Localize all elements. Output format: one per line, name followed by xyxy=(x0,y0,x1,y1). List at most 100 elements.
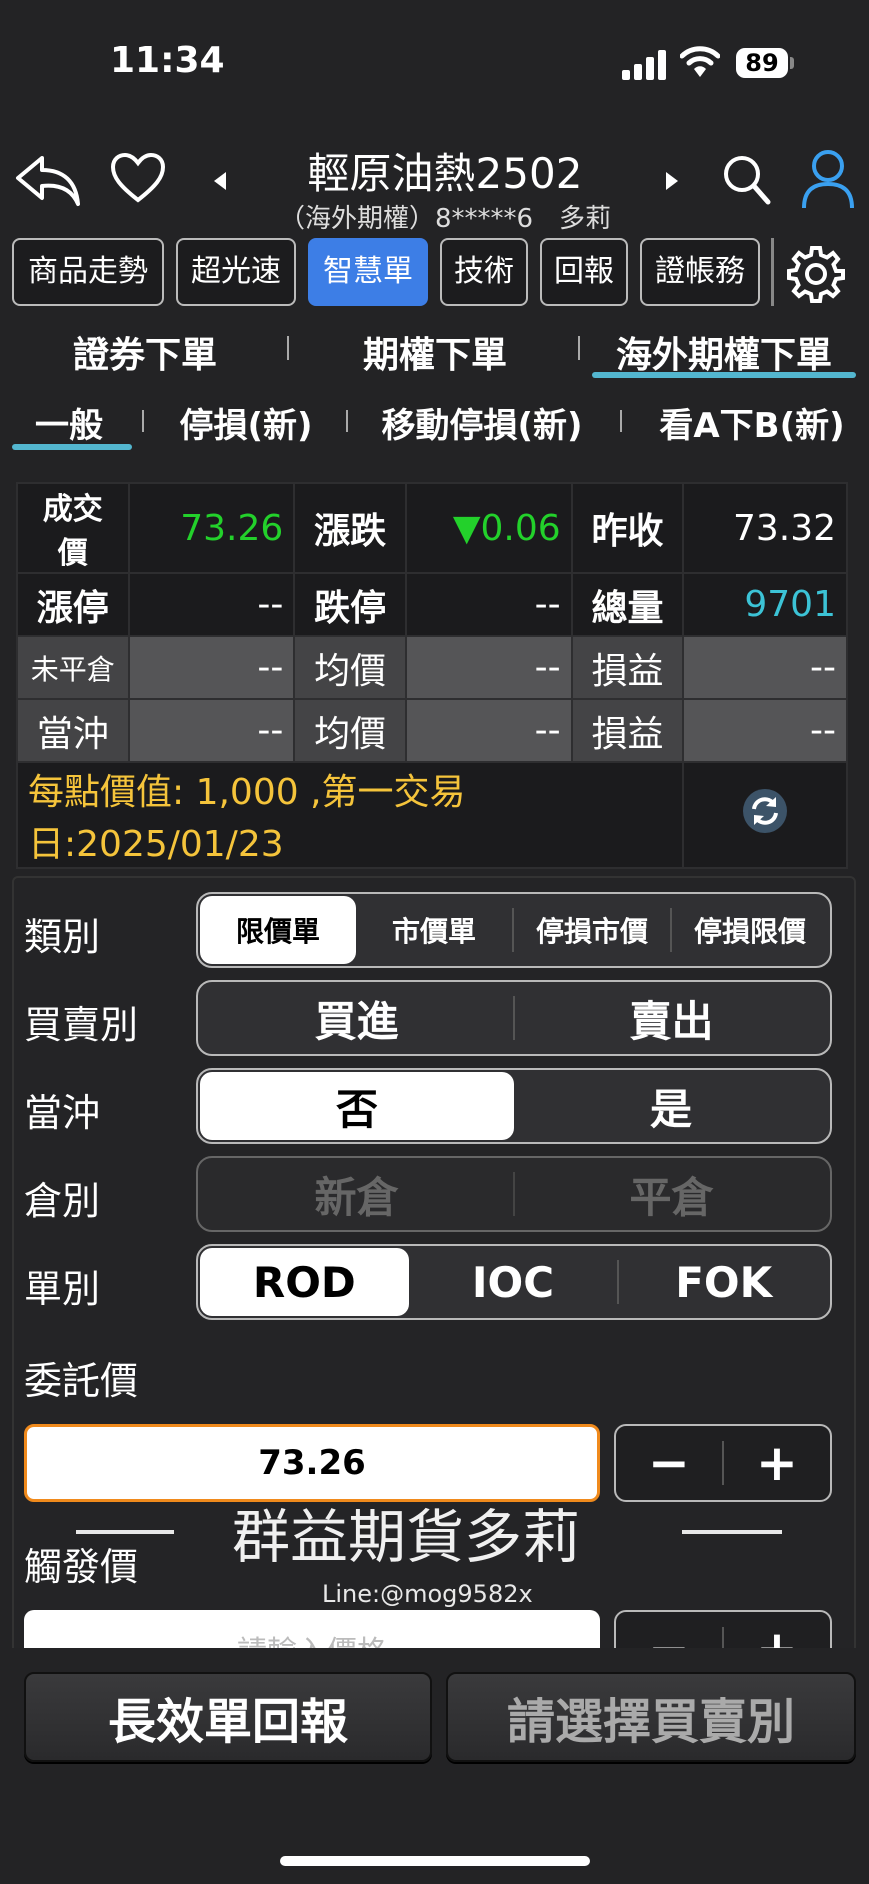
quote-row: 漲停 -- 跌停 -- 總量 9701 xyxy=(16,572,848,637)
volume-label: 總量 xyxy=(570,572,685,637)
volume-value: 9701 xyxy=(682,572,848,637)
avg-price-value: -- xyxy=(404,635,573,700)
tab-separator xyxy=(287,336,289,360)
tif-label: 單別 xyxy=(24,1267,101,1311)
daytrade-avg-price-label: 均價 xyxy=(293,698,407,763)
price-label: 委託價 xyxy=(24,1359,139,1403)
cellular-signal-icon xyxy=(622,48,668,80)
pnl-label: 損益 xyxy=(570,635,685,700)
settings-gear-icon[interactable] xyxy=(786,244,846,304)
price-increment-button[interactable]: + xyxy=(724,1434,830,1492)
daytrade-pnl-label: 損益 xyxy=(570,698,685,763)
quote-table: 成交價 73.26 漲跌 ▼0.06 昨收 73.32 漲停 -- 跌停 -- … xyxy=(15,482,848,869)
previous-product-icon[interactable] xyxy=(212,170,228,192)
order-type-stop-limit[interactable]: 停損限價 xyxy=(672,896,828,964)
quote-row: 成交價 73.26 漲跌 ▼0.06 昨收 73.32 xyxy=(16,482,848,574)
avg-price-label: 均價 xyxy=(293,635,407,700)
position-selector: 新倉 平倉 xyxy=(196,1156,832,1232)
back-icon[interactable] xyxy=(12,150,82,210)
last-price-label: 成交價 xyxy=(16,482,130,574)
status-time: 11:34 xyxy=(110,40,225,81)
toolbar-smart-order-button[interactable]: 智慧單 xyxy=(308,238,428,306)
limit-up-label: 漲停 xyxy=(16,572,130,637)
toolbar-technical-button[interactable]: 技術 xyxy=(440,238,528,306)
account-subtitle: （海外期權）8*****6 多莉 xyxy=(278,204,612,234)
position-label: 倉別 xyxy=(24,1179,101,1223)
prev-close-value: 73.32 xyxy=(682,482,848,574)
long-term-order-report-button[interactable]: 長效單回報 xyxy=(24,1672,432,1762)
side-buy[interactable]: 買進 xyxy=(200,984,513,1052)
order-type-stop-market[interactable]: 停損市價 xyxy=(514,896,670,964)
favorite-heart-icon[interactable] xyxy=(110,152,166,204)
price-stepper: − + xyxy=(614,1424,832,1502)
side-selector: 買進 賣出 xyxy=(196,980,832,1056)
active-subtab-underline xyxy=(12,444,132,450)
tif-fok[interactable]: FOK xyxy=(619,1248,828,1316)
order-type-market[interactable]: 市價單 xyxy=(356,896,512,964)
quote-row: 當沖 -- 均價 -- 損益 -- xyxy=(16,698,848,763)
order-type-limit[interactable]: 限價單 xyxy=(200,896,356,964)
user-profile-icon[interactable] xyxy=(800,148,856,210)
submit-order-button[interactable]: 請選擇買賣別 xyxy=(446,1672,856,1762)
watermark-line-left xyxy=(76,1530,174,1534)
tab-overseas-order[interactable]: 海外期權下單 xyxy=(596,326,852,378)
contract-info-row: 每點價值: 1,000 ,第一交易日:2025/01/23 xyxy=(15,761,848,869)
active-tab-underline xyxy=(592,372,856,378)
subtab-separator xyxy=(142,410,144,432)
subtab-watch-a-order-b[interactable]: 看A下B(新) xyxy=(652,398,852,447)
next-product-icon[interactable] xyxy=(664,170,680,192)
quote-row: 未平倉 -- 均價 -- 損益 -- xyxy=(16,635,848,700)
toolbar-ultrafast-button[interactable]: 超光速 xyxy=(176,238,296,306)
order-type-label: 類別 xyxy=(24,915,101,959)
change-label: 漲跌 xyxy=(293,482,407,574)
refresh-icon[interactable] xyxy=(742,788,788,834)
tab-stock-order[interactable]: 證券下單 xyxy=(40,326,250,378)
side-label: 買賣別 xyxy=(24,1003,139,1047)
daytrade-avg-price-value: -- xyxy=(404,698,573,763)
last-price-value: 73.26 xyxy=(127,482,296,574)
contract-info-text: 每點價值: 1,000 ,第一交易日:2025/01/23 xyxy=(15,761,685,869)
tif-selector: ROD IOC FOK xyxy=(196,1244,832,1320)
tab-futures-options-order[interactable]: 期權下單 xyxy=(330,326,540,378)
toolbar-chart-button[interactable]: 商品走勢 xyxy=(12,238,164,306)
toolbar-divider xyxy=(771,238,774,306)
watermark-line-id: Line:@mog9582x xyxy=(322,1580,533,1608)
subtab-general[interactable]: 一般 xyxy=(14,398,124,447)
home-indicator[interactable] xyxy=(280,1856,590,1866)
wifi-icon xyxy=(679,44,721,80)
price-decrement-button[interactable]: − xyxy=(616,1434,722,1492)
refresh-cell[interactable] xyxy=(682,761,848,869)
toolbar-account-button[interactable]: 證帳務 xyxy=(640,238,760,306)
position-new: 新倉 xyxy=(314,1172,399,1222)
product-title: 輕原油熱2502 xyxy=(307,149,583,198)
tif-rod[interactable]: ROD xyxy=(200,1248,409,1316)
search-icon[interactable] xyxy=(722,154,772,208)
trigger-price-label: 觸發價 xyxy=(24,1545,139,1589)
daytrade-no[interactable]: 否 xyxy=(200,1072,514,1140)
subtab-stop-loss[interactable]: 停損(新) xyxy=(166,398,326,447)
daytrade-form-label: 當沖 xyxy=(24,1091,101,1135)
subtab-separator xyxy=(346,410,348,432)
watermark-text: 群益期貨多莉 xyxy=(232,1503,581,1571)
limit-down-value: -- xyxy=(404,572,573,637)
daytrade-yes[interactable]: 是 xyxy=(514,1072,828,1140)
open-position-label: 未平倉 xyxy=(16,635,130,700)
prev-close-label: 昨收 xyxy=(570,482,685,574)
daytrade-label: 當沖 xyxy=(16,698,130,763)
tab-separator xyxy=(578,336,580,360)
order-type-selector: 限價單 市價單 停損市價 停損限價 xyxy=(196,892,832,968)
subtab-trailing-stop[interactable]: 移動停損(新) xyxy=(372,398,592,447)
toolbar-report-button[interactable]: 回報 xyxy=(540,238,628,306)
position-close: 平倉 xyxy=(629,1172,714,1222)
side-sell[interactable]: 賣出 xyxy=(515,984,828,1052)
tif-ioc[interactable]: IOC xyxy=(409,1248,618,1316)
battery-tip xyxy=(790,57,794,69)
daytrade-value: -- xyxy=(127,698,296,763)
limit-down-label: 跌停 xyxy=(293,572,407,637)
limit-up-value: -- xyxy=(127,572,296,637)
battery-indicator: 89 xyxy=(736,48,788,78)
open-position-value: -- xyxy=(127,635,296,700)
daytrade-selector: 否 是 xyxy=(196,1068,832,1144)
subtab-separator xyxy=(620,410,622,432)
pnl-value: -- xyxy=(682,635,848,700)
